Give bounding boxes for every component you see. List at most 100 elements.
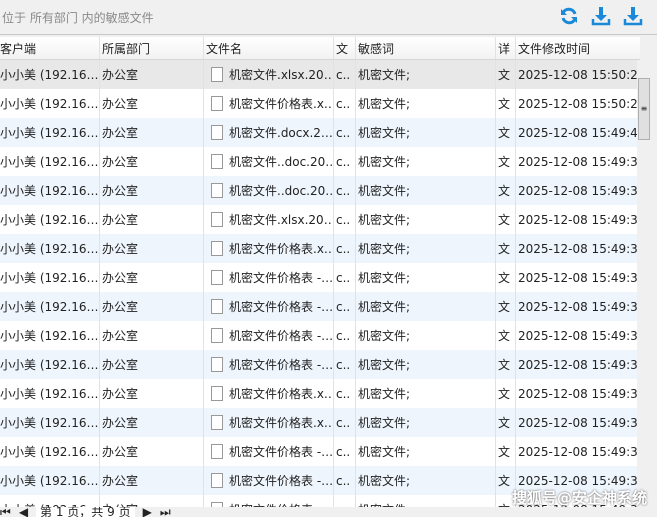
table-row[interactable]: 小小美 (192.16… 办公室 机密文件.xlsx.20… c.. 机密文件; 文 202…	[0, 60, 640, 89]
cell-text: 小小美 (192.16…	[0, 329, 99, 343]
cell-client: 小小美 (192.16…	[0, 263, 100, 292]
cell-file: 机密文件价格表 -…	[204, 495, 334, 507]
cell-time: 2025-12-08 15:49:37	[516, 321, 640, 350]
last-page-button[interactable]: ⏭	[160, 507, 171, 517]
table-row[interactable]: 小小美 (192.16…办公室 机密文件价格表 -…c.. 机密文件; 文 2025-1…	[0, 321, 640, 350]
cell-text: 文	[498, 329, 511, 343]
cell-text: 文	[498, 416, 511, 430]
cell-text: 小小美 (192.16…	[0, 155, 99, 169]
cell-text: 小小美 (192.16…	[0, 242, 99, 256]
cell-text: 文	[498, 126, 511, 140]
cell-text: 办公室	[102, 155, 139, 169]
cell-file: 机密文件.xlsx.20…	[204, 205, 334, 234]
cell-dept: 办公室	[100, 321, 204, 350]
cell-file: 机密文件.xlsx.20…	[204, 60, 334, 89]
cell-word: 机密文件;	[356, 205, 496, 234]
scroll-thumb[interactable]: ≡	[638, 78, 650, 140]
cell-text: 2025-12-08 15:49:40	[518, 125, 640, 140]
table-row[interactable]: 小小美 (192.16… 办公室 机密文件价格表.x… c.. 机密文件; 文 2025-1…	[0, 89, 640, 118]
cell-word: 机密文件;	[356, 176, 496, 205]
table-row[interactable]: 小小美 (192.16…办公室 机密文件价格表 -…c.. 机密文件; 文 2025-1…	[0, 292, 640, 321]
table-row[interactable]: 小小美 (192.16… 办公室 机密文件.xlsx.20… c.. 机密文件; 文 202…	[0, 205, 640, 234]
cell-text: c..	[336, 328, 351, 343]
cell-time: 2025-12-08 15:49:37	[516, 408, 640, 437]
table-row[interactable]: 小小美 (192.16… 办公室 机密文件..doc.20… c.. 机密文件; 文 202…	[0, 176, 640, 205]
first-page-button[interactable]: ⏮	[0, 507, 11, 517]
prev-page-button[interactable]: ◀	[19, 507, 28, 517]
download-icon[interactable]	[591, 6, 611, 26]
cell-d: 文	[496, 118, 516, 147]
cell-text: c..	[336, 183, 351, 198]
cell-client: 小小美 (192.16…	[0, 408, 100, 437]
file-icon	[211, 270, 223, 285]
cell-word: 机密文件;	[356, 321, 496, 350]
table-row[interactable]: 小小美 (192.16…办公室 机密文件价格表 -…c.. 机密文件; 文 2025-1…	[0, 437, 640, 466]
cell-text: 办公室	[102, 126, 139, 140]
cell-text: c..	[336, 125, 351, 140]
cell-text: 2025-12-08 15:49:37	[518, 357, 640, 372]
file-icon	[211, 96, 223, 111]
cell-t: c..	[334, 60, 356, 89]
cell-word: 机密文件;	[356, 147, 496, 176]
table-row[interactable]: 小小美 (192.16…办公室 机密文件价格表 -…c.. 机密文件; 文 2025-1…	[0, 350, 640, 379]
cell-file: 机密文件..doc.20…	[204, 176, 334, 205]
column-header[interactable]: 文件修改时间	[516, 37, 640, 59]
download-icon[interactable]	[623, 6, 643, 26]
cell-text: 机密文件;	[358, 416, 411, 430]
cell-word: 机密文件;	[356, 60, 496, 89]
cell-text: 小小美 (192.16…	[0, 387, 99, 401]
table-row[interactable]: 小小美 (192.16… 办公室 机密文件价格表.x… c.. 机密文件; 文 2025-1…	[0, 408, 640, 437]
cell-text: 办公室	[102, 68, 139, 82]
column-header[interactable]: 客户端	[0, 37, 100, 59]
cell-time: 2025-12-08 15:49:40	[516, 118, 640, 147]
cell-file: 机密文件价格表.x…	[204, 408, 334, 437]
cell-t: c..	[334, 495, 356, 507]
cell-text: 机密文件;	[358, 213, 411, 227]
cell-text: 2025-12-08 15:50:23	[518, 67, 640, 82]
cell-text: 机密文件价格表 -…	[229, 271, 334, 285]
cell-text: 2025-12-08 15:49:38	[518, 154, 640, 169]
cell-word: 机密文件;	[356, 437, 496, 466]
cell-text: c..	[336, 444, 351, 459]
cell-time: 2025-12-08 15:50:23	[516, 89, 640, 118]
table-row[interactable]: 小小美 (192.16…办公室 机密文件价格表 -…c.. 机密文件; 文 2025-1…	[0, 263, 640, 292]
cell-dept: 办公室	[100, 89, 204, 118]
next-page-button[interactable]: ▶	[143, 507, 152, 517]
cell-text: 办公室	[102, 271, 139, 285]
cell-client: 小小美 (192.16…	[0, 147, 100, 176]
cell-file: 机密文件价格表.x…	[204, 234, 334, 263]
table-row[interactable]: 小小美 (192.16… 办公室 机密文件价格表.x… c.. 机密文件; 文 2025-1…	[0, 379, 640, 408]
cell-d: 文	[496, 350, 516, 379]
cell-d: 文	[496, 205, 516, 234]
refresh-icon[interactable]	[559, 6, 579, 26]
column-header[interactable]: 文	[334, 37, 356, 59]
vertical-scrollbar[interactable]: ≡	[637, 60, 652, 507]
file-icon	[211, 241, 223, 256]
cell-client: 小小美 (192.16…	[0, 89, 100, 118]
table-row[interactable]: 小小美 (192.16… 办公室 机密文件价格表.x… c.. 机密文件; 文 2025-1…	[0, 234, 640, 263]
cell-t: c..	[334, 176, 356, 205]
cell-text: c..	[336, 299, 351, 314]
cell-text: 小小美 (192.16…	[0, 184, 99, 198]
cell-dept: 办公室	[100, 234, 204, 263]
cell-time: 2025-12-08 15:50:23	[516, 60, 640, 89]
cell-t: c..	[334, 321, 356, 350]
table-row[interactable]: 小小美 (192.16… 办公室 机密文件.docx.2… c.. 机密文件; 文 2025…	[0, 118, 640, 147]
cell-file: 机密文件价格表 -…	[204, 263, 334, 292]
column-header[interactable]: 所属部门	[100, 37, 204, 59]
cell-dept: 办公室	[100, 437, 204, 466]
cell-text: 2025-12-08 15:49:37	[518, 299, 640, 314]
file-icon	[211, 299, 223, 314]
cell-text: c..	[336, 415, 351, 430]
cell-d: 文	[496, 234, 516, 263]
column-header[interactable]: 敏感词	[356, 37, 496, 59]
cell-text: 机密文件;	[358, 300, 411, 314]
table-row[interactable]: 小小美 (192.16… 办公室 机密文件..doc.20… c.. 机密文件; 文 202…	[0, 147, 640, 176]
column-header[interactable]: 文件名	[204, 37, 334, 59]
cell-text: c..	[336, 96, 351, 111]
cell-word: 机密文件;	[356, 466, 496, 495]
cell-text: 2025-12-08 15:50:23	[518, 96, 640, 111]
column-header[interactable]: 详	[496, 37, 516, 59]
file-icon	[211, 357, 223, 372]
cell-text: 机密文件;	[358, 271, 411, 285]
